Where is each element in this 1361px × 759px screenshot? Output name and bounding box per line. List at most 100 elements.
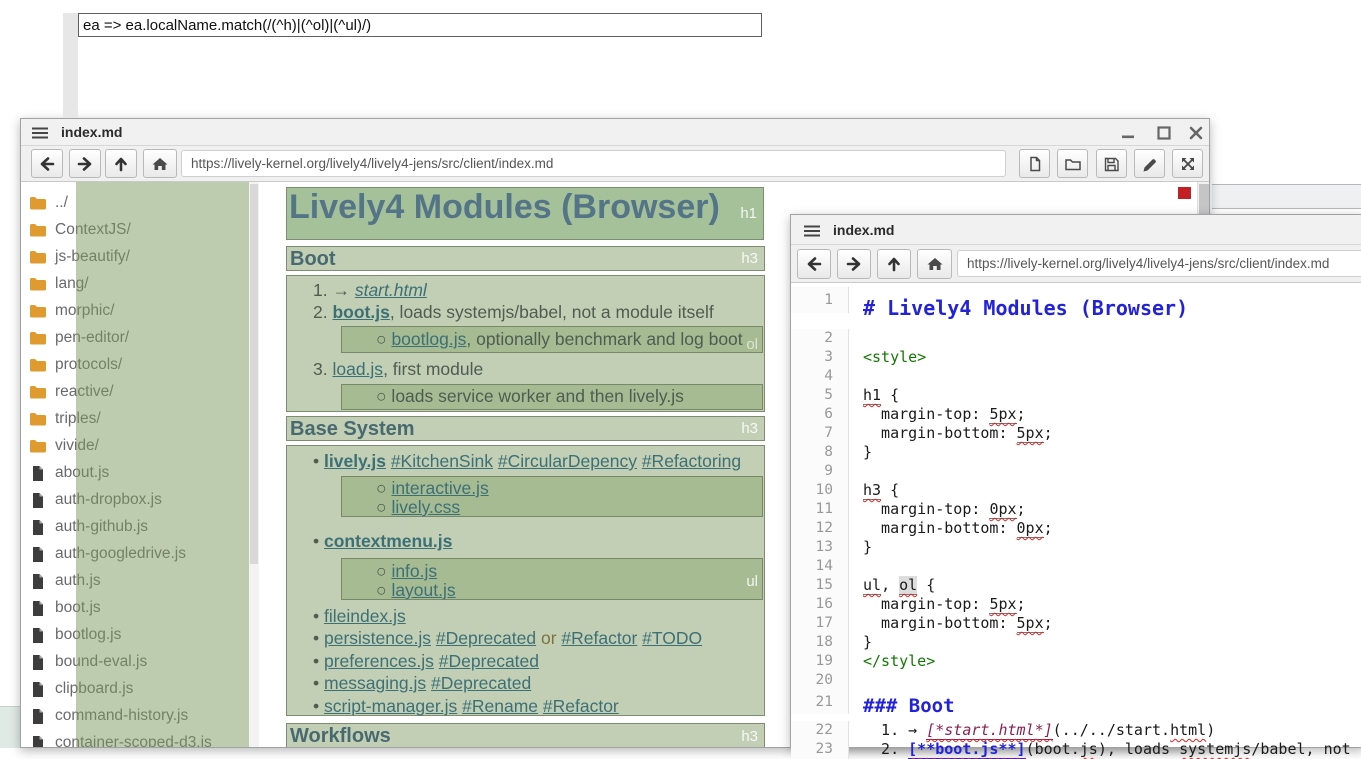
close-button[interactable] [1187, 124, 1205, 142]
md-list-item[interactable]: ○ loads service worker and then lively.j… [376, 386, 684, 407]
code-line[interactable]: 1# Lively4 Modules (Browser) [791, 287, 1361, 329]
text-segment: • [313, 628, 324, 648]
code-line[interactable]: 2 [791, 329, 1361, 348]
md-list-item[interactable]: • lively.js #KitchenSink #CircularDepenc… [313, 451, 741, 472]
text-segment: ; [1044, 519, 1053, 537]
sidebar-scrollbar-thumb[interactable] [250, 184, 258, 564]
url-field[interactable]: https://lively-kernel.org/lively4/lively… [957, 250, 1361, 277]
filter-drag-handle[interactable] [63, 13, 78, 118]
home-button[interactable] [143, 149, 177, 178]
text-segment: (../../start. [1053, 721, 1170, 739]
open-folder-button[interactable] [1057, 149, 1088, 178]
menu-icon[interactable] [803, 224, 821, 238]
window-titlebar[interactable]: index.md [21, 119, 1209, 146]
home-button[interactable] [917, 249, 952, 279]
code-line[interactable]: 4 [791, 367, 1361, 386]
window-titlebar[interactable]: index.md [791, 215, 1361, 245]
highlight-label-ol: ol [746, 336, 758, 353]
line-number: 5 [791, 386, 849, 405]
text-segment: [**boot.js**] [908, 740, 1025, 759]
code-line[interactable]: 18} [791, 633, 1361, 652]
code-line[interactable]: 16 margin-top: 5px; [791, 595, 1361, 614]
window-title: index.md [833, 222, 894, 238]
highlight-overlay-h1: h1 [286, 187, 764, 240]
element-filter-input[interactable] [78, 13, 762, 37]
md-list-item[interactable]: ○ interactive.js [376, 478, 489, 499]
line-number: 12 [791, 519, 849, 538]
up-button[interactable] [105, 149, 137, 178]
code-line[interactable]: 17 margin-bottom: 5px; [791, 614, 1361, 633]
md-list-item[interactable]: ○ bootlog.js, optionally benchmark and l… [376, 329, 743, 350]
line-number: 7 [791, 424, 849, 443]
md-list-item[interactable]: 2. boot.js, loads systemjs/babel, not a … [313, 302, 714, 323]
code-line[interactable]: 13} [791, 538, 1361, 557]
code-line[interactable]: 7 margin-bottom: 5px; [791, 424, 1361, 443]
code-line[interactable]: 3<style> [791, 348, 1361, 367]
code-line[interactable]: 5h1 { [791, 386, 1361, 405]
md-list-item[interactable]: 1. → start.html [313, 280, 427, 301]
md-h3-base-system: Base System [287, 417, 764, 441]
up-button[interactable] [877, 249, 911, 279]
code-line[interactable]: 12 margin-bottom: 0px; [791, 519, 1361, 538]
line-content: 2. [**boot.js**](boot.js), loads systemj… [849, 740, 1351, 759]
sidebar-scrollbar[interactable] [249, 182, 259, 747]
forward-button[interactable] [837, 249, 871, 279]
text-segment: (boot. [1026, 740, 1080, 758]
maximize-button[interactable] [1155, 124, 1173, 142]
highlight-label-h1: h1 [740, 205, 757, 222]
code-line[interactable]: 14 [791, 557, 1361, 576]
code-line[interactable]: 9 [791, 462, 1361, 481]
back-button[interactable] [797, 249, 831, 279]
highlight-overlay-ul-nested: ○ info.js ○ layout.js [341, 558, 763, 600]
text-segment: 5px [989, 595, 1016, 614]
modified-indicator [1178, 187, 1191, 199]
code-lines: 1# Lively4 Modules (Browser)23<style>45h… [791, 287, 1361, 759]
line-content: h1 { [849, 386, 899, 405]
text-segment: 0px [1017, 519, 1044, 538]
code-line[interactable]: 23 2. [**boot.js**](boot.js), loads syst… [791, 740, 1361, 759]
save-button[interactable] [1096, 149, 1127, 178]
text-segment: ○ [376, 329, 391, 349]
code-line[interactable]: 19</style> [791, 652, 1361, 671]
code-line[interactable]: 20 [791, 671, 1361, 690]
md-list-item[interactable]: • script-manager.js #Rename #Refactor [313, 696, 619, 717]
text-segment: ) [1206, 721, 1215, 739]
new-file-button[interactable] [1019, 149, 1050, 178]
minimize-button[interactable] [1119, 124, 1137, 142]
browser-window-source: index.md https://lively-kernel.org/livel… [790, 214, 1361, 748]
code-line[interactable]: 22 1. → [*start.html*](../../start.html) [791, 721, 1361, 740]
md-list-item[interactable]: • messaging.js #Deprecated [313, 673, 531, 694]
expand-button[interactable] [1172, 149, 1203, 178]
code-line[interactable]: 10h3 { [791, 481, 1361, 500]
code-line[interactable]: 6 margin-top: 5px; [791, 405, 1361, 424]
line-content: margin-top: 0px; [849, 500, 1026, 519]
menu-icon[interactable] [31, 126, 49, 140]
forward-button[interactable] [69, 149, 101, 178]
md-list-item[interactable]: ○ layout.js [376, 580, 456, 601]
line-number: 16 [791, 595, 849, 614]
md-list-item[interactable]: ○ lively.css [376, 497, 460, 518]
edit-button[interactable] [1134, 149, 1165, 178]
md-list-item[interactable]: • preferences.js #Deprecated [313, 651, 539, 672]
back-button[interactable] [31, 149, 63, 178]
md-list-item[interactable]: ○ info.js [376, 561, 437, 582]
text-segment: #Deprecated [439, 651, 539, 671]
line-content: margin-bottom: 5px; [849, 614, 1053, 633]
code-line[interactable]: 21### Boot [791, 690, 1361, 721]
code-line[interactable]: 8} [791, 443, 1361, 462]
md-list-item[interactable]: • fileindex.js [313, 606, 406, 627]
text-segment: ), loads [1098, 740, 1179, 758]
md-list-item[interactable]: • contextmenu.js [313, 531, 452, 552]
file-icon [29, 654, 47, 670]
text-segment: { [881, 481, 899, 499]
md-list-item[interactable]: 3. load.js, first module [313, 359, 483, 380]
background-window-corner [0, 706, 20, 748]
text-segment: ul [863, 576, 881, 595]
highlight-overlay-ul-nested: ○ loads service worker and then lively.j… [341, 384, 763, 410]
md-list-item[interactable]: • persistence.js #Deprecated or #Refacto… [313, 628, 702, 649]
url-field[interactable]: https://lively-kernel.org/lively4/lively… [181, 150, 1006, 177]
code-line[interactable]: 11 margin-top: 0px; [791, 500, 1361, 519]
line-content: </style> [849, 652, 935, 671]
code-line[interactable]: 15ul, ol { [791, 576, 1361, 595]
line-number: 20 [791, 671, 849, 690]
